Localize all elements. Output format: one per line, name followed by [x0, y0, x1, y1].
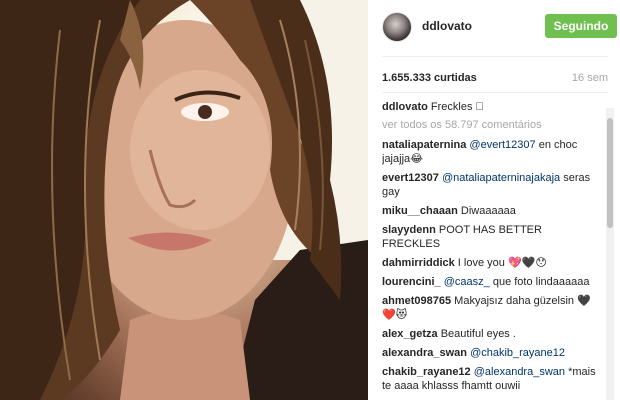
comment-username[interactable]: ahmet098765	[382, 295, 451, 307]
comment: nataliapaternina @evert12307 en choc jaj…	[382, 138, 602, 166]
comment-text: I love you 💖🖤😯	[454, 257, 547, 269]
comment-mention[interactable]: @alexandra_swan	[474, 366, 565, 378]
comment: dahmirriddick I love you 💖🖤😯	[382, 256, 602, 270]
comment: lourencini_ @caasz_ que foto lindaaaaaa	[382, 275, 602, 289]
caption: ddlovato Freckles 🏻	[382, 100, 602, 114]
caption-text: Freckles 🏻	[430, 101, 484, 113]
comment-mention[interactable]: @caasz_	[444, 276, 490, 288]
comment-username[interactable]: lourencini_	[382, 276, 441, 288]
comment-mention[interactable]: @evert12307	[469, 139, 535, 151]
comment: alexandra_swan @chakib_rayane12	[382, 346, 602, 360]
likes-count[interactable]: 1.655.333 curtidas	[382, 72, 477, 84]
comment: miku__chaaan Diwaaaaaa	[382, 204, 602, 218]
comment-username[interactable]: alexandra_swan	[382, 347, 467, 359]
comment-username[interactable]: dahmirriddick	[382, 257, 455, 269]
comment-username[interactable]: slayydenn	[382, 224, 436, 236]
comments-scrollbar[interactable]	[606, 108, 614, 400]
following-button[interactable]: Seguindo	[545, 14, 617, 38]
post-time[interactable]: 16 sem	[572, 72, 608, 84]
comment-username[interactable]: nataliapaternina	[382, 139, 466, 151]
caption-username[interactable]: ddlovato	[382, 101, 428, 113]
divider	[382, 56, 608, 57]
comment: ahmet098765 Makyajsız daha güzelsin 🖤❤️😻	[382, 294, 602, 322]
comment: evert12307 @nataliapaterninajakaja seras…	[382, 171, 602, 199]
view-all-comments-link[interactable]: ver todos os 58.797 comentários	[382, 118, 602, 132]
username-link[interactable]: ddlovato	[422, 19, 472, 33]
comments-list: ddlovato Freckles 🏻 ver todos os 58.797 …	[382, 100, 602, 400]
scrollbar-thumb[interactable]	[607, 118, 613, 228]
comment-username[interactable]: chakib_rayane12	[382, 366, 471, 378]
comment-username[interactable]: alex_getza	[382, 328, 438, 340]
avatar[interactable]	[382, 12, 412, 42]
comment-text: Beautiful eyes .	[437, 328, 516, 340]
comment-text: que foto lindaaaaaa	[489, 276, 590, 288]
comment-username[interactable]: evert12307	[382, 172, 439, 184]
comment-text: Diwaaaaaa	[457, 205, 516, 217]
comment-username[interactable]: miku__chaaan	[382, 205, 458, 217]
divider	[382, 92, 608, 93]
comment-mention[interactable]: @nataliapaterninajakaja	[442, 172, 560, 184]
post-header: ddlovato Seguindo	[382, 12, 617, 42]
comment: alex_getza Beautiful eyes .	[382, 327, 602, 341]
post-stats: 1.655.333 curtidas 16 sem	[382, 72, 608, 88]
portrait-illustration	[0, 0, 368, 400]
comment: chakib_rayane12 @alexandra_swan *mais te…	[382, 365, 602, 393]
post-details-panel: ddlovato Seguindo 1.655.333 curtidas 16 …	[368, 0, 620, 400]
comment-mention[interactable]: @chakib_rayane12	[470, 347, 565, 359]
post-photo[interactable]	[0, 0, 368, 400]
comment: slayydenn POOT HAS BETTER FRECKLES	[382, 223, 602, 251]
